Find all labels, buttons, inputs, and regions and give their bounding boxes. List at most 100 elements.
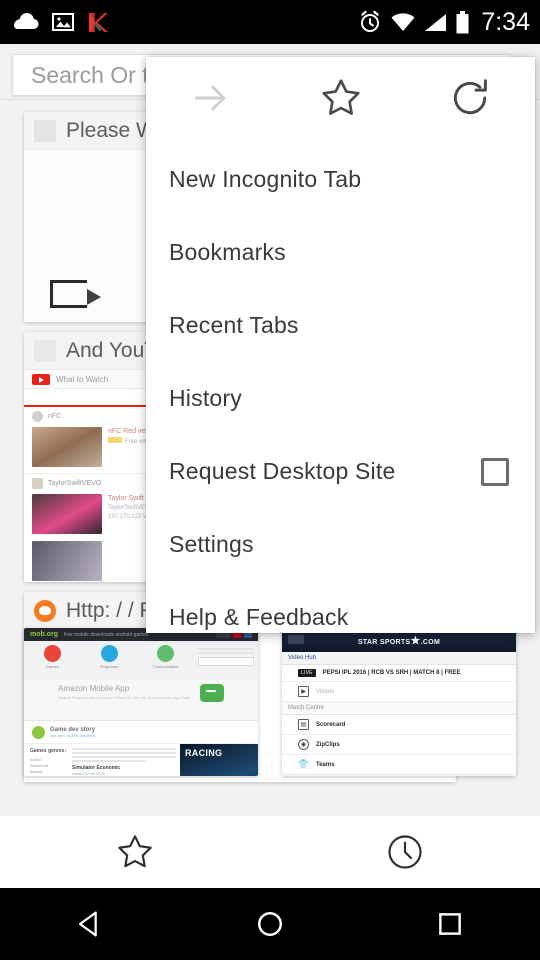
genre-item: Board	[30, 775, 70, 776]
menu-item-label: Recent Tabs	[169, 312, 299, 338]
shirt-icon: 👕	[297, 759, 310, 769]
menu-item-label: History	[169, 385, 242, 411]
android-navigation-bar	[0, 888, 540, 960]
broken-image-icon	[50, 280, 101, 308]
menu-item-new-incognito-tab[interactable]: New Incognito Tab	[146, 143, 535, 216]
nav-back-button[interactable]	[0, 907, 180, 941]
featured-game-title: Game dev story	[50, 726, 96, 733]
list-item-zipclips[interactable]: ◉ ZipClips	[282, 735, 516, 755]
cloud-icon	[14, 13, 39, 29]
category-label: Games	[45, 664, 59, 669]
wifi-icon	[391, 12, 415, 31]
clock-icon	[388, 835, 422, 869]
games-icon	[43, 645, 61, 662]
starsports-brand: STAR SPORTS★.COM	[358, 634, 440, 647]
photo-icon	[52, 13, 74, 31]
list-item-teams[interactable]: 👕 Teams	[282, 755, 516, 775]
battery-icon	[456, 10, 469, 33]
channel-avatar	[32, 478, 43, 489]
list-item-label: Teams	[316, 761, 335, 768]
menu-item-list: New Incognito Tab Bookmarks Recent Tabs …	[146, 139, 535, 633]
menu-item-bookmarks[interactable]: Bookmarks	[146, 216, 535, 289]
menu-item-history[interactable]: History	[146, 362, 535, 435]
category-label: Customization	[153, 664, 179, 669]
menu-item-request-desktop-site[interactable]: Request Desktop Site	[146, 435, 535, 508]
section-match-centre[interactable]: Match Centre	[282, 702, 516, 715]
kaspersky-icon	[88, 12, 108, 32]
ringtones-icon	[100, 645, 118, 662]
genres-sidebar: Games genres: Action Adventure Arcade Bo…	[24, 744, 70, 776]
bookmark-star-icon	[321, 79, 360, 115]
ad-subtitle: Search Products and Compare Prices On Th…	[58, 695, 190, 700]
status-bar-clock: 7:34	[481, 7, 530, 36]
menu-item-help-and-feedback[interactable]: Help & Feedback	[146, 581, 535, 633]
blank-favicon	[34, 119, 56, 142]
menu-item-settings[interactable]: Settings	[146, 508, 535, 581]
video-thumbnail	[32, 427, 102, 467]
star-icon	[118, 835, 152, 868]
menu-item-label: Settings	[169, 531, 254, 557]
section-schedule[interactable]: Schedule	[282, 775, 516, 776]
game-detail: Simulator Economic Added 22.05.2015	[70, 744, 180, 776]
browser-overflow-menu: New Incognito Tab Bookmarks Recent Tabs …	[146, 57, 535, 633]
customization-icon	[157, 645, 175, 662]
document-icon: ▤	[298, 719, 309, 730]
video-icon: ▶	[298, 686, 309, 697]
menu-reload-button[interactable]	[405, 76, 535, 120]
featured-game-row: Game dev story win.com / Add to favorite…	[24, 721, 258, 744]
channel-name: nFC	[48, 413, 62, 420]
status-bar: 7:34	[0, 0, 540, 44]
hamburger-menu-icon	[288, 635, 304, 644]
menu-forward-button[interactable]	[146, 76, 276, 120]
youtube-header-label: What to Watch	[56, 374, 109, 384]
list-item-live-match[interactable]: LIVE PEPSI IPL 2016 | RCB VS SRH | MATCH…	[282, 665, 516, 682]
section-video-hub[interactable]: Video Hub	[282, 652, 516, 665]
live-badge: LIVE	[298, 669, 316, 677]
signal-icon	[425, 13, 447, 31]
nav-home-button[interactable]	[180, 907, 360, 941]
brand-name: STAR SPORTS	[357, 638, 411, 646]
thumbnail-moborg[interactable]: mob.org free mobile downloads android ga…	[24, 628, 258, 776]
video-thumbnail	[32, 541, 102, 581]
featured-game-sub: win.com / Add to favorites	[50, 732, 96, 738]
moborg-main-content: Games genres: Action Adventure Arcade Bo…	[24, 744, 258, 776]
category-games: Games	[24, 645, 81, 679]
menu-icon-row	[146, 57, 535, 139]
list-item-label: Videos	[316, 688, 335, 695]
promo-badge	[108, 437, 122, 443]
menu-item-label: Bookmarks	[169, 239, 286, 265]
menu-bookmark-button[interactable]	[276, 76, 406, 120]
forward-arrow-icon	[194, 85, 226, 111]
game-added-date: Added 22.05.2015	[72, 771, 105, 776]
menu-item-label: New Incognito Tab	[169, 166, 362, 192]
moborg-tagline: free mobile downloads android games	[64, 631, 149, 638]
youtube-favicon	[34, 339, 56, 362]
list-item-label: ZipClips	[316, 741, 340, 748]
omnibox-text: Search Or t	[31, 61, 149, 88]
genres-heading: Games genres:	[30, 748, 67, 754]
bookmarks-button[interactable]	[0, 832, 270, 872]
category-ringtones: Ringtones	[81, 645, 138, 679]
moborg-logo-suffix: .org	[44, 631, 59, 638]
site-search-box	[198, 657, 255, 666]
category-label: Ringtones	[100, 664, 119, 669]
history-button[interactable]	[270, 832, 540, 872]
menu-item-recent-tabs[interactable]: Recent Tabs	[146, 289, 535, 362]
site-search	[194, 645, 258, 679]
status-bar-right-icons: 7:34	[358, 8, 530, 37]
moborg-category-nav: Games Ringtones Customization	[24, 641, 258, 679]
list-item-videos[interactable]: ▶ Videos	[282, 682, 516, 702]
video-thumbnail	[32, 494, 102, 534]
thumbnail-starsports[interactable]: STAR SPORTS★.COM Video Hub LIVE PEPSI IP…	[282, 628, 516, 776]
clip-icon: ◉	[298, 739, 309, 750]
channel-avatar	[32, 411, 43, 422]
list-item-scorecard[interactable]: ▤ Scorecard	[282, 715, 516, 735]
request-desktop-site-checkbox[interactable]	[481, 457, 509, 486]
download-icon	[32, 725, 45, 739]
nav-recents-button[interactable]	[360, 907, 540, 941]
home-circle-icon	[258, 912, 282, 936]
moborg-favicon	[34, 599, 56, 622]
brand-suffix: .COM	[420, 638, 441, 646]
racing-ad: RACING ©Gamell	[180, 744, 258, 776]
list-item-label: PEPSI IPL 2016 | RCB VS SRH | MATCH 8 | …	[322, 670, 461, 676]
